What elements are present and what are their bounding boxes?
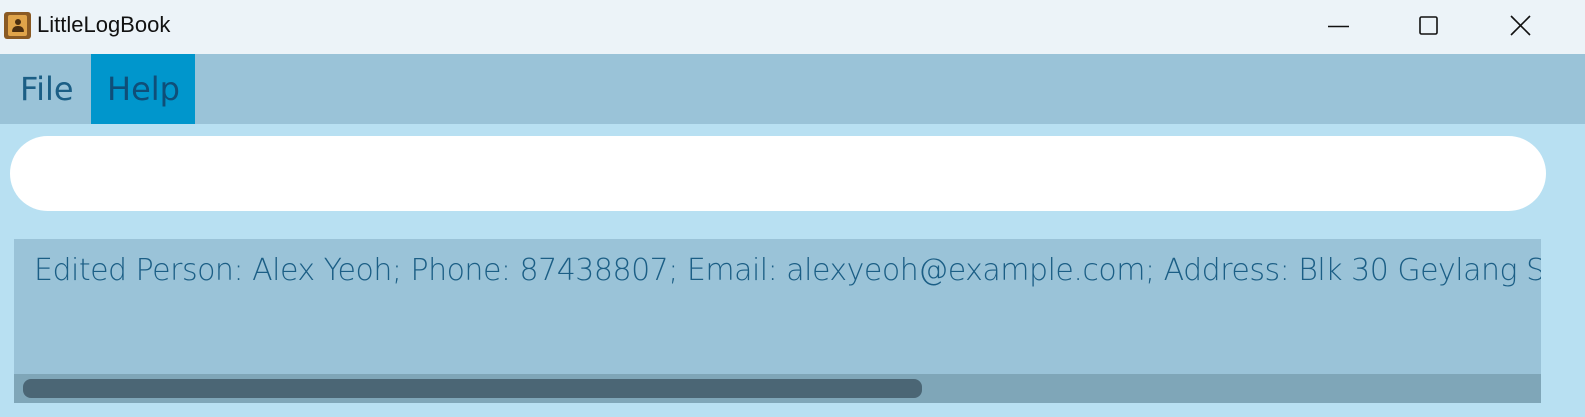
close-icon: [1510, 15, 1531, 36]
close-button[interactable]: [1475, 0, 1565, 54]
title-bar[interactable]: LittleLogBook: [0, 0, 1585, 54]
horizontal-scrollbar[interactable]: [14, 374, 1541, 403]
command-input[interactable]: [10, 136, 1546, 211]
scrollbar-thumb[interactable]: [23, 379, 922, 398]
menu-bar: File Help: [0, 54, 1585, 124]
app-window: LittleLogBook File Help Edited Person: A…: [0, 0, 1585, 417]
result-display: Edited Person: Alex Yeoh; Phone: 8743880…: [14, 239, 1541, 403]
result-message: Edited Person: Alex Yeoh; Phone: 8743880…: [34, 253, 1541, 288]
maximize-button[interactable]: [1384, 0, 1474, 54]
menu-file[interactable]: File: [0, 54, 91, 124]
maximize-icon: [1419, 16, 1438, 35]
window-title: LittleLogBook: [37, 12, 171, 37]
menu-help[interactable]: Help: [91, 54, 195, 124]
address-book-icon: [4, 12, 31, 39]
minimize-button[interactable]: [1294, 0, 1384, 54]
minimize-icon: [1328, 25, 1349, 28]
